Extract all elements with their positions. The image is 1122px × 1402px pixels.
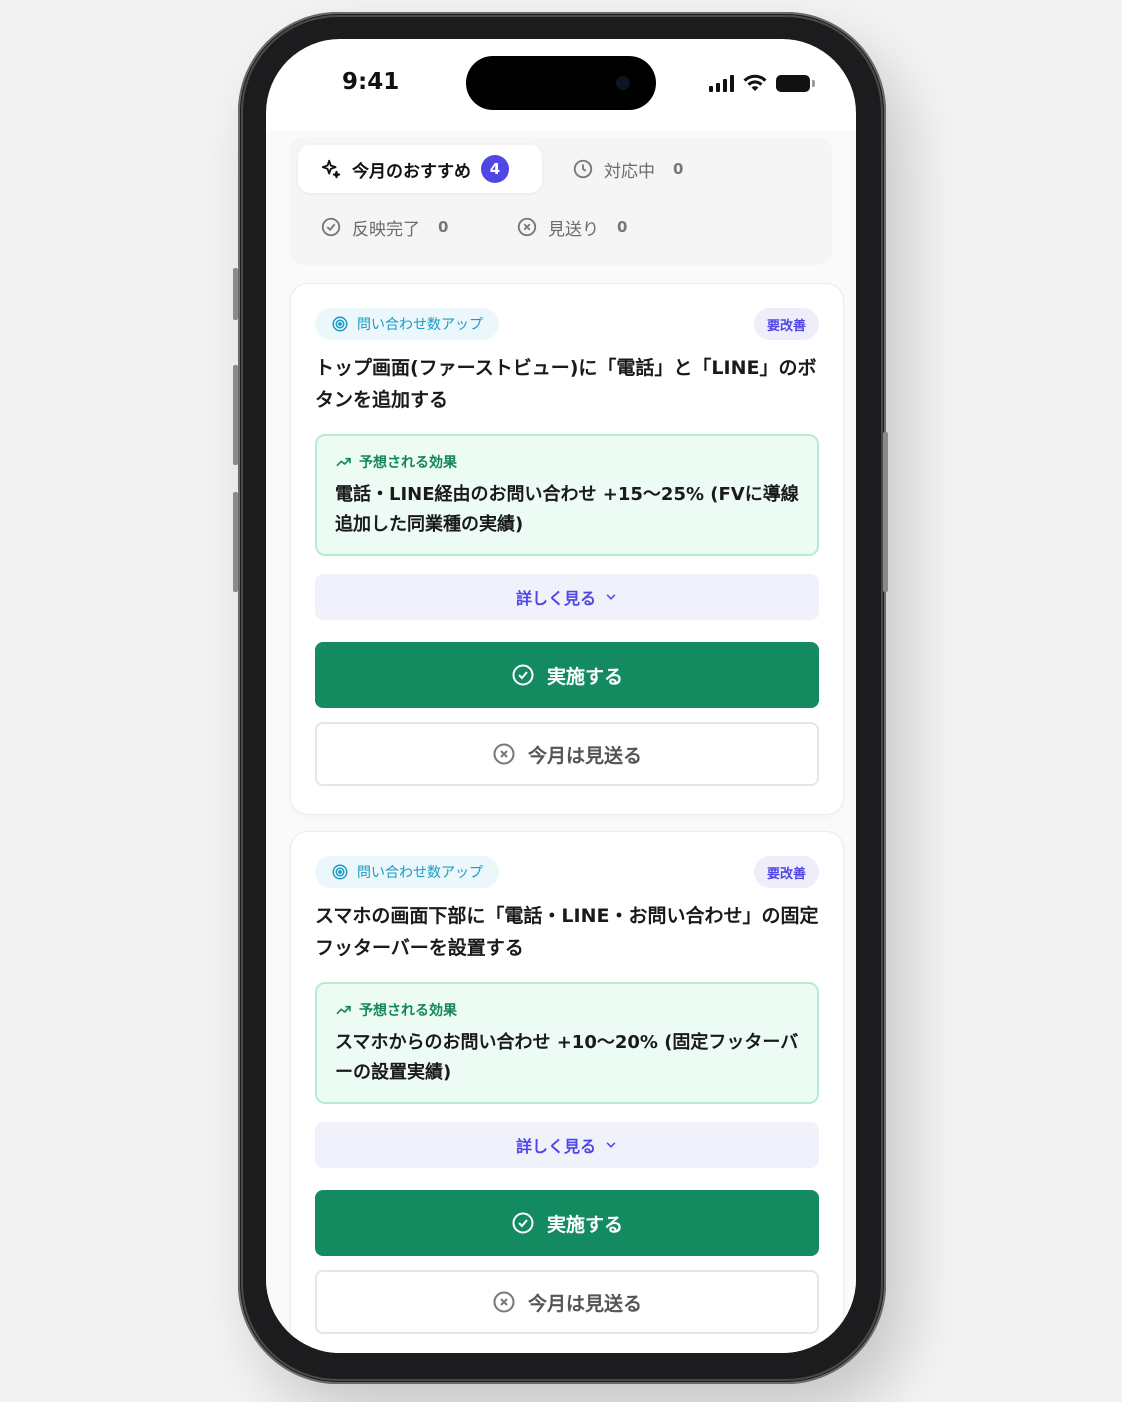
trending-up-icon [336,457,351,467]
category-label: 問い合わせ数アップ [357,317,483,333]
recommendation-card: 問い合わせ数アップ 要改善 スマホの画面下部に「電話・LINE・お問い合わせ」の… [290,831,844,1353]
tab-in-progress[interactable]: 対応中 0 [550,145,705,193]
tab-count: 0 [673,160,684,178]
show-details-label: 詳しく見る [515,1137,596,1156]
action-button [233,268,238,320]
show-details-label: 詳しく見る [515,589,596,608]
status-time: 9:41 [342,69,400,95]
chevron-down-icon [606,594,616,600]
effect-text: 電話・LINE経由のお問い合わせ +15〜25% (FVに導線追加した同業種の実… [335,484,799,535]
sparkle-icon [321,159,341,179]
x-circle-icon [517,217,537,237]
clock-icon [573,159,593,179]
category-label: 問い合わせ数アップ [357,865,483,881]
count-badge: 4 [481,155,509,183]
show-details-button[interactable]: 詳しく見る [315,1122,819,1168]
show-details-button[interactable]: 詳しく見る [315,574,819,620]
status-icons [709,73,815,93]
main-content: 今月のおすすめ 4 対応中 0 反映完了 0 見送り 0 問い合わせ数アップ 要… [266,131,856,1353]
tab-recommended[interactable]: 今月のおすすめ 4 [298,145,542,193]
tab-label: 反映完了 [352,219,420,240]
category-tag: 問い合わせ数アップ [315,856,499,888]
tab-completed[interactable]: 反映完了 0 [298,203,470,251]
wifi-icon [743,74,767,91]
category-tag: 問い合わせ数アップ [315,308,499,340]
cellular-signal-icon [709,74,734,92]
status-tabs: 今月のおすすめ 4 対応中 0 反映完了 0 見送り 0 [290,137,832,265]
target-icon [332,316,348,332]
implement-button[interactable]: 実施する [315,1190,819,1256]
effect-label: 予想される効果 [335,1000,799,1020]
check-circle-icon [512,1212,534,1234]
tab-label: 見送り [548,219,599,240]
battery-icon [776,74,815,92]
implement-label: 実施する [546,1213,623,1236]
skip-this-month-button[interactable]: 今月は見送る [315,1270,819,1334]
target-icon [332,864,348,880]
dynamic-island [466,56,656,110]
check-circle-icon [512,664,534,686]
priority-badge: 要改善 [753,856,819,888]
tab-count: 0 [438,218,449,236]
implement-label: 実施する [546,665,623,688]
skip-label: 今月は見送る [527,1292,642,1315]
x-circle-icon [493,743,515,765]
effect-label-text: 予想される効果 [359,1003,457,1019]
expected-effect-box: 予想される効果 スマホからのお問い合わせ +10〜20% (固定フッターバーの設… [315,982,819,1104]
effect-label-text: 予想される効果 [359,455,457,471]
recommendation-title: トップ画面(ファーストビュー)に「電話」と「LINE」のボタンを追加する [315,357,817,411]
trending-up-icon [336,1005,351,1015]
check-circle-icon [321,217,341,237]
x-circle-icon [493,1291,515,1313]
volume-down-button [233,492,238,592]
expected-effect-box: 予想される効果 電話・LINE経由のお問い合わせ +15〜25% (FVに導線追… [315,434,819,556]
chevron-down-icon [606,1142,616,1148]
tab-label: 対応中 [604,161,655,182]
skip-label: 今月は見送る [527,744,642,767]
recommendation-title: スマホの画面下部に「電話・LINE・お問い合わせ」の固定フッターバーを設置する [315,905,819,959]
priority-badge: 要改善 [753,308,819,340]
tab-count: 0 [617,218,628,236]
phone-screen: 9:41 今月のおすすめ 4 対応中 0 反映完了 0 見送り 0 問い合わせ数… [266,39,856,1353]
recommendation-card: 問い合わせ数アップ 要改善 トップ画面(ファーストビュー)に「電話」と「LINE… [290,283,844,815]
skip-this-month-button[interactable]: 今月は見送る [315,722,819,786]
implement-button[interactable]: 実施する [315,642,819,708]
tab-skipped[interactable]: 見送り 0 [494,203,649,251]
volume-up-button [233,365,238,465]
power-button [883,432,888,592]
effect-label: 予想される効果 [335,452,799,472]
tab-label: 今月のおすすめ [352,161,471,182]
effect-text: スマホからのお問い合わせ +10〜20% (固定フッターバーの設置実績) [335,1032,799,1083]
